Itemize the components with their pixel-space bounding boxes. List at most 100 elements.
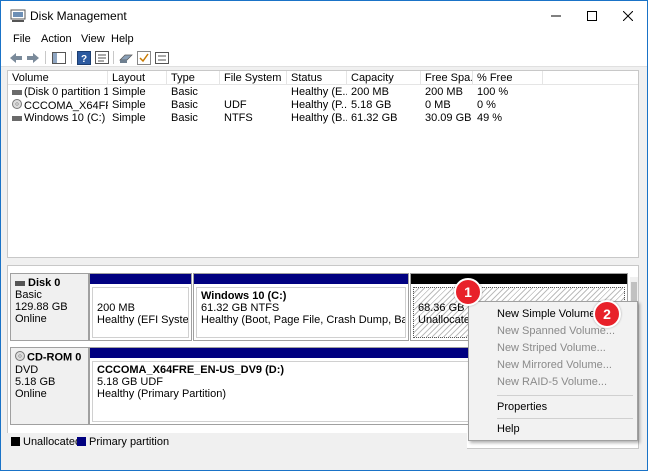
volume-file-system <box>220 86 287 99</box>
partition-efi-body: 200 MB Healthy (EFI System Pa <box>92 287 189 338</box>
minimize-button[interactable] <box>538 1 574 31</box>
menu-separator <box>497 418 633 419</box>
volume-type: Basic <box>171 112 198 124</box>
disk-0-state: Online <box>15 313 47 325</box>
volume-status: Healthy (P... <box>291 99 347 111</box>
volume-layout: Simple <box>112 112 146 124</box>
column-header-layout[interactable]: Layout <box>108 71 167 85</box>
menu-bar: File Action View Help <box>1 31 647 49</box>
volume-name-cell: Windows 10 (C:) <box>8 112 108 125</box>
properties-icon[interactable] <box>94 50 110 65</box>
toolbar-separator <box>71 51 72 64</box>
column-header-file-system[interactable]: File System <box>220 71 287 85</box>
volume-free-space: 30.09 GB <box>425 112 472 124</box>
cdrom-0-state: Online <box>15 388 47 400</box>
help-icon[interactable]: ? <box>76 50 92 65</box>
volume-free-space: 200 MB <box>425 86 463 98</box>
column-header-volume[interactable]: Volume <box>8 71 108 85</box>
toolbar-separator <box>45 51 46 64</box>
menu-file[interactable]: File <box>13 33 31 45</box>
volume-name: (Disk 0 partition 1) <box>24 86 108 98</box>
partition-efi[interactable]: 200 MB Healthy (EFI System Pa <box>89 273 192 341</box>
cdrom-0-size: 5.18 GB <box>15 376 56 388</box>
volume-capacity: 61.32 GB <box>351 112 398 124</box>
cdrom-0-kind: DVD <box>15 364 39 376</box>
volume-row[interactable]: CCCOMA_X64FRE... Simple Basic UDF Health… <box>8 99 638 112</box>
volume-list-header: Volume Layout Type File System Status Ca… <box>8 71 638 85</box>
title-bar: Disk Management <box>1 1 647 31</box>
volume-percent-free: 0 % <box>477 99 496 111</box>
legend-swatch-primary <box>77 437 86 446</box>
volume-layout: Simple <box>112 99 146 111</box>
disk-0-label[interactable]: Disk 0 Basic 129.88 GB Online <box>10 273 89 341</box>
partition-color-bar <box>194 274 408 284</box>
volume-file-system: UDF <box>224 99 247 111</box>
volume-percent-free: 100 % <box>477 86 509 98</box>
partition-status: Healthy (EFI System Pa <box>97 314 189 326</box>
volume-type: Basic <box>171 86 198 98</box>
column-header-type[interactable]: Type <box>167 71 220 85</box>
menu-item-new-raid5-volume: New RAID-5 Volume... <box>497 376 608 388</box>
menu-action[interactable]: Action <box>41 33 72 45</box>
partition-size: 61.32 GB NTFS <box>201 302 280 314</box>
disk-0-size: 129.88 GB <box>15 301 68 313</box>
menu-view[interactable]: View <box>81 33 105 45</box>
menu-item-help[interactable]: Help <box>469 421 637 438</box>
legend-label-unallocated: Unallocated <box>23 436 82 448</box>
partition-status: Healthy (Boot, Page File, Crash Dump, Ba… <box>201 314 405 326</box>
back-arrow-icon[interactable] <box>8 50 24 65</box>
disk-0-kind: Basic <box>15 289 42 301</box>
partition-size: 200 MB <box>97 302 135 314</box>
window-title: Disk Management <box>30 9 127 23</box>
volume-name: CCCOMA_X64FRE... <box>24 99 108 112</box>
console-tree-icon[interactable] <box>51 50 67 65</box>
partition-windows-c-body: Windows 10 (C:) 61.32 GB NTFS Healthy (B… <box>196 287 406 338</box>
drive-icon <box>12 89 22 95</box>
disk-icon[interactable] <box>118 50 134 65</box>
list-icon[interactable] <box>154 50 170 65</box>
menu-help[interactable]: Help <box>111 33 134 45</box>
column-header-capacity[interactable]: Capacity <box>347 71 421 85</box>
disk-management-app-icon <box>10 9 26 23</box>
volume-capacity: 5.18 GB <box>351 99 392 111</box>
disk-0-title: Disk 0 <box>15 277 84 289</box>
menu-item-new-striped-volume: New Striped Volume... <box>497 342 606 354</box>
volume-row[interactable]: (Disk 0 partition 1) Simple Basic Health… <box>8 86 638 99</box>
column-header-free-space[interactable]: Free Spa... <box>421 71 473 85</box>
partition-color-bar <box>90 274 191 284</box>
volume-list: Volume Layout Type File System Status Ca… <box>7 70 639 258</box>
volume-status: Healthy (B... <box>291 112 347 124</box>
volume-status: Healthy (E... <box>291 86 347 98</box>
menu-item-properties[interactable]: Properties <box>469 399 637 416</box>
toolbar: ? <box>1 49 647 67</box>
disk-management-window: Disk Management File Action View Help ? <box>0 0 648 471</box>
column-header-status[interactable]: Status <box>287 71 347 85</box>
volume-row[interactable]: Windows 10 (C:) Simple Basic NTFS Health… <box>8 112 638 125</box>
cdrom-0-label[interactable]: CD-ROM 0 DVD 5.18 GB Online <box>10 347 89 425</box>
disk-drive-icon <box>15 280 25 286</box>
volume-name-cell: (Disk 0 partition 1) <box>8 86 108 99</box>
maximize-button[interactable] <box>574 1 610 31</box>
menu-item-new-mirrored-volume: New Mirrored Volume... <box>497 359 612 371</box>
volume-name-cell: CCCOMA_X64FRE... <box>8 99 108 112</box>
volume-name: Windows 10 (C:) <box>24 112 106 124</box>
volume-type: Basic <box>171 99 198 111</box>
legend: Unallocated Primary partition <box>7 433 467 449</box>
legend-label-primary: Primary partition <box>89 436 170 448</box>
close-button[interactable] <box>610 1 646 31</box>
svg-text:?: ? <box>81 54 87 65</box>
volume-file-system: NTFS <box>224 112 253 124</box>
partition-windows-c[interactable]: Windows 10 (C:) 61.32 GB NTFS Healthy (B… <box>193 273 409 341</box>
volume-capacity: 200 MB <box>351 86 389 98</box>
check-icon[interactable] <box>136 50 152 65</box>
forward-arrow-icon[interactable] <box>25 50 41 65</box>
toolbar-separator <box>113 51 114 64</box>
drive-icon <box>12 115 22 121</box>
volume-percent-free: 49 % <box>477 112 503 124</box>
menu-separator <box>497 395 633 396</box>
step-badge-1: 1 <box>454 278 482 306</box>
legend-swatch-unallocated <box>11 437 20 446</box>
cdrom-icon <box>15 351 25 364</box>
partition-color-bar <box>411 274 627 284</box>
column-header-percent-free[interactable]: % Free <box>473 71 543 85</box>
